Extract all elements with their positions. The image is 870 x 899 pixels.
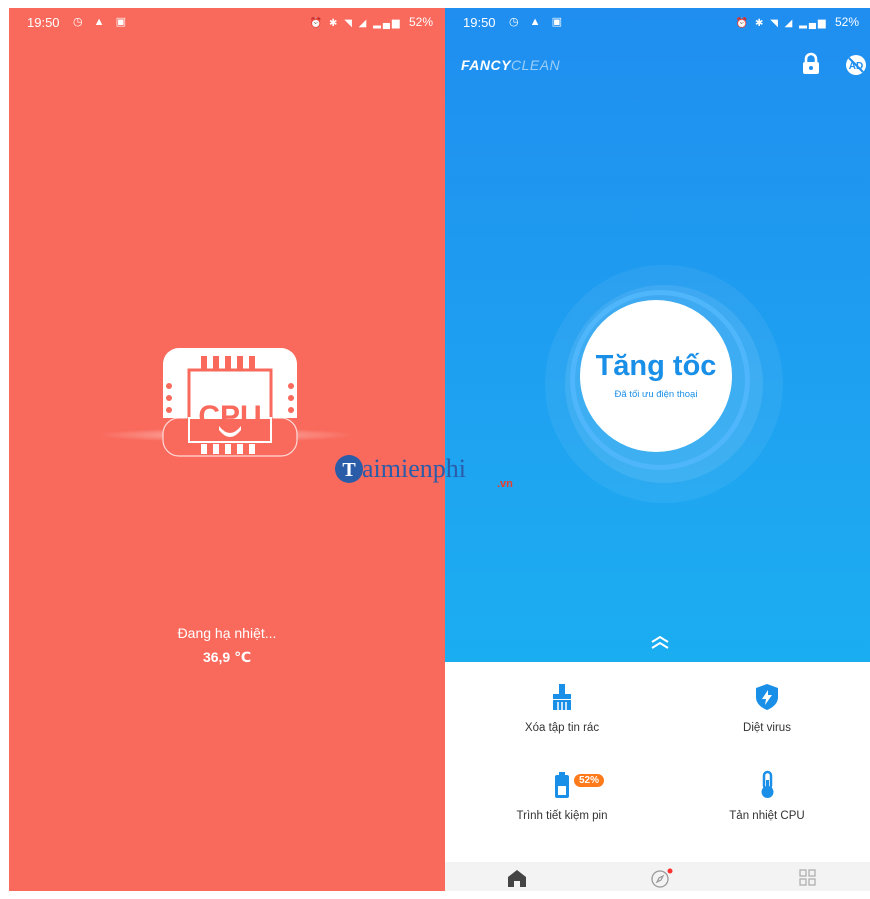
status-time: 19:50 [463,15,496,30]
boost-title: Tăng tốc [595,350,717,382]
expand-up-icon[interactable] [647,633,673,653]
battery-saver-button[interactable]: 52% Trình tiết kiệm pin [482,770,642,822]
watermark-t-icon: T [335,455,363,483]
bottom-nav [445,862,870,891]
watermark-suffix: .vn [497,478,513,490]
feature-label: Diệt virus [743,722,791,734]
cpu-cooler-button[interactable]: Tản nhiệt CPU [687,770,847,822]
battery-percent: 52% [408,15,433,29]
battery-badge: 52% [574,774,605,787]
thermometer-icon [761,770,774,798]
boost-subtitle: Đã tối ưu điện thoại [614,389,698,400]
system-icons: ⏰ ✱ ◥ ◢ ▂▄▆ [735,18,828,29]
antivirus-button[interactable]: Diệt virus [687,682,847,734]
notification-icons: ◷ ▲ ▣ [509,16,566,28]
status-right: ⏰ ✱ ◥ ◢ ▂▄▆ 52% [736,15,859,29]
feature-panel: Xóa tập tin rác Diệt virus 52% Trình tiế… [445,662,870,862]
junk-clean-button[interactable]: Xóa tập tin rác [482,682,642,734]
grid-icon[interactable] [795,868,821,888]
lock-icon[interactable] [799,52,823,76]
feature-label: Xóa tập tin rác [524,722,600,734]
notification-icons: ◷ ▲ ▣ [73,16,130,28]
boost-button[interactable]: Tăng tốc Đã tối ưu điện thoại [580,300,732,452]
feature-label: Tản nhiệt CPU [729,810,805,822]
battery-icon [555,772,569,798]
cooling-status-text: Đang hạ nhiệt... [177,625,277,641]
compass-icon[interactable] [647,868,673,888]
no-ads-icon[interactable]: AD [845,54,867,76]
feature-label: Trình tiết kiệm pin [516,810,608,822]
status-time: 19:50 [27,15,60,30]
app-logo: FANCYCLEAN [461,57,560,73]
home-icon[interactable] [504,868,530,888]
notification-dot [667,868,673,874]
chip-label: CPU [198,400,261,433]
broom-icon [553,684,571,710]
system-icons: ⏰ ✱ ◥ ◢ ▂▄▆ [309,18,402,29]
svg-text:T: T [342,459,356,481]
cpu-chip-icon: CPU [162,348,298,457]
watermark-logo: T aimienphi .vn [332,448,532,498]
shield-bolt-icon [756,684,778,710]
app-logo-light: CLEAN [510,57,561,73]
status-bar: 19:50 ◷ ▲ ▣ ⏰ ✱ ◥ ◢ ▂▄▆ 52% [9,8,445,34]
watermark-text: aimienphi [362,454,466,483]
status-bar: 19:50 ◷ ▲ ▣ ⏰ ✱ ◥ ◢ ▂▄▆ 52% [445,8,870,34]
temperature-value: 36,9 ℃ [202,649,252,665]
battery-percent: 52% [834,15,859,29]
status-right: ⏰ ✱ ◥ ◢ ▂▄▆ 52% [310,15,433,29]
app-logo-bold: FANCY [461,57,511,73]
